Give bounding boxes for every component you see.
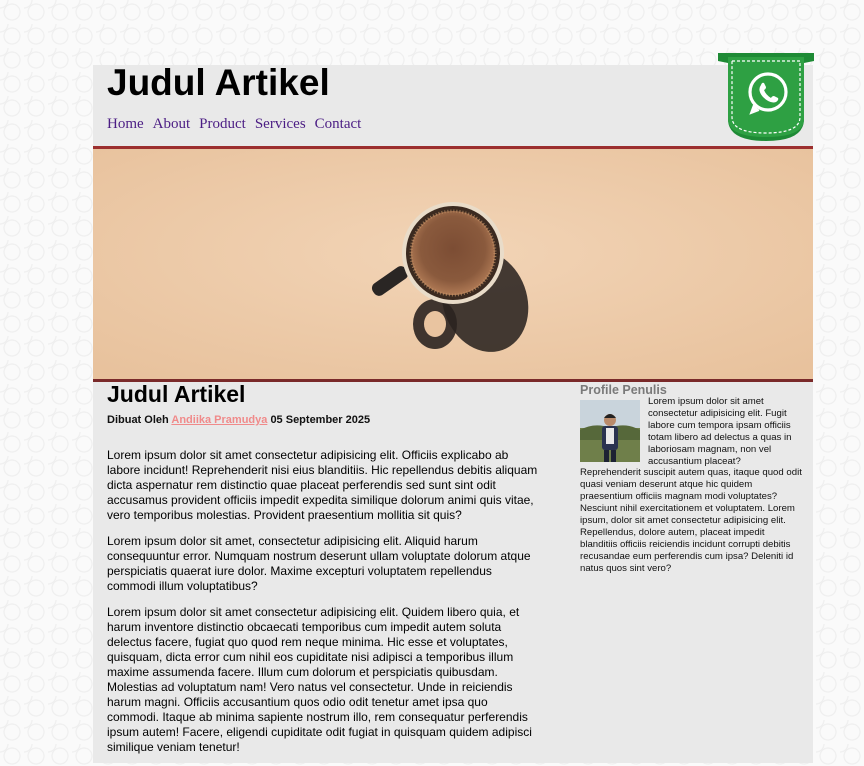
nav-home[interactable]: Home: [107, 116, 144, 133]
byline-prefix: Dibuat Oleh: [107, 414, 169, 426]
whatsapp-ribbon-button[interactable]: [718, 53, 814, 141]
article-paragraph: Lorem ipsum dolor sit amet consectetur a…: [107, 605, 532, 754]
coffee-cup-icon: [93, 149, 813, 379]
nav-about[interactable]: About: [153, 116, 191, 133]
nav-services[interactable]: Services: [255, 116, 306, 133]
article-date: 05 September 2025: [270, 414, 371, 426]
profile-bio-block: Lorem ipsum dolor sit amet consectetur a…: [580, 396, 802, 575]
nav-product[interactable]: Product: [199, 116, 246, 133]
page-container: Judul Artikel Home About Product Service…: [93, 53, 814, 766]
article: Judul Artikel Dibuat Oleh Andiika Pramud…: [107, 381, 539, 766]
author-link[interactable]: Andiika Pramudya: [171, 414, 267, 426]
article-byline: Dibuat Oleh Andiika Pramudya 05 Septembe…: [107, 414, 539, 426]
author-profile: Profile Penulis Lorem ipsum dolor sit am…: [580, 383, 802, 575]
whatsapp-icon: [718, 53, 814, 141]
article-paragraph: Lorem ipsum dolor sit amet, consectetur …: [107, 534, 531, 593]
nav-contact[interactable]: Contact: [315, 116, 362, 133]
author-avatar: [580, 400, 640, 462]
hero-image: [93, 146, 813, 382]
site-title: Judul Artikel: [107, 62, 330, 103]
article-title: Judul Artikel: [107, 381, 246, 407]
profile-heading: Profile Penulis: [580, 383, 667, 397]
article-paragraph: Lorem ipsum dolor sit amet consectetur a…: [107, 448, 538, 522]
main-nav: Home About Product Services Contact: [107, 116, 370, 133]
